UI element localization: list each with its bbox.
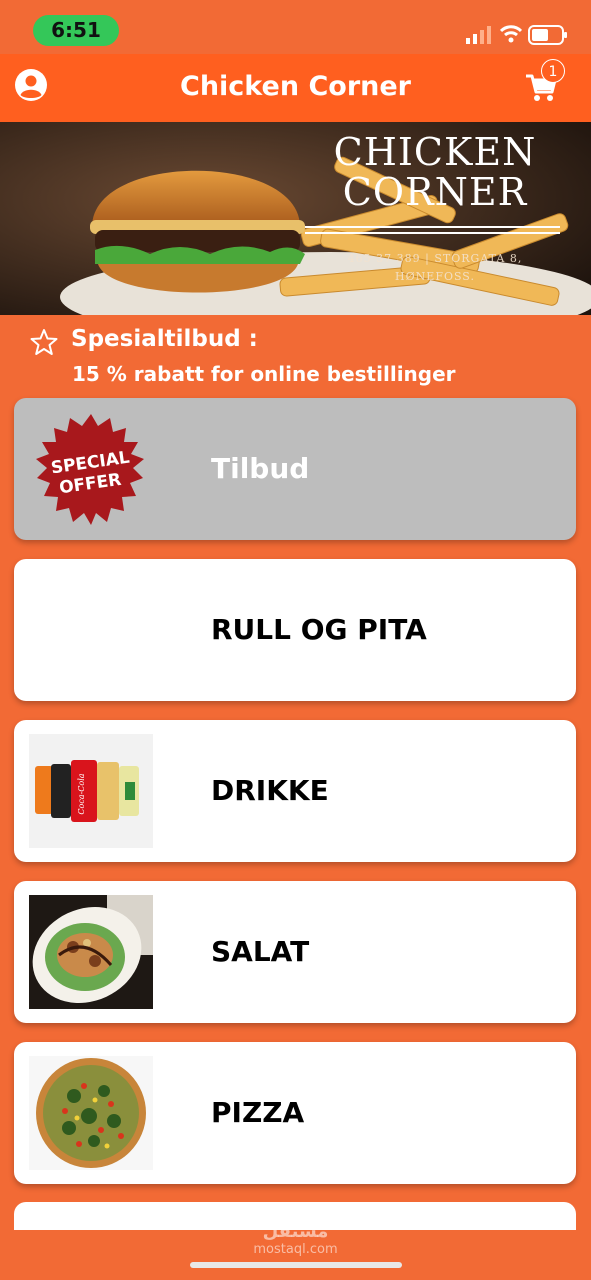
pizza-image — [29, 1056, 153, 1170]
category-label: PIZZA — [211, 1096, 305, 1129]
banner-divider — [305, 232, 560, 234]
watermark-latin: mostaql.com — [253, 1242, 338, 1257]
category-label: DRIKKE — [211, 774, 329, 807]
banner-divider — [305, 226, 560, 228]
app-header: Chicken Corner 1 — [0, 54, 591, 122]
star-icon — [30, 329, 58, 355]
special-offer-badge: SPECIAL OFFER — [36, 414, 144, 525]
banner-brand-line2: CORNER — [342, 170, 528, 214]
watermark-arabic: مستقل — [262, 1221, 329, 1242]
promo-text: 15 % rabatt for online bestillinger — [72, 362, 456, 386]
category-card-drikke[interactable]: Coca-Cola DRIKKE — [14, 720, 576, 862]
home-indicator[interactable] — [190, 1262, 402, 1268]
status-time: 6:51 — [33, 15, 119, 46]
category-card-salat[interactable]: SALAT — [14, 881, 576, 1023]
battery-icon — [528, 25, 567, 45]
category-label: Tilbud — [211, 452, 310, 485]
banner-address-line1: 465 37 389 | STORGATA 8, — [347, 252, 523, 265]
category-card-pizza[interactable]: PIZZA — [14, 1042, 576, 1184]
category-card-tilbud[interactable]: SPECIAL OFFER Tilbud — [14, 398, 576, 540]
promo-title: Spesialtilbud : — [71, 326, 258, 352]
category-label: SALAT — [211, 935, 310, 968]
salad-image — [29, 895, 153, 1009]
banner-brand-line1: CHICKEN — [333, 130, 537, 174]
category-card-rull-og-pita[interactable]: RULL OG PITA — [14, 559, 576, 701]
banner-address-line2: HØNEFOSS. — [395, 270, 475, 283]
drinks-image: Coca-Cola — [29, 734, 153, 848]
page-title: Chicken Corner — [180, 71, 411, 102]
wifi-icon — [500, 25, 522, 43]
can-label: Coca-Cola — [77, 773, 86, 814]
watermark: مستقل mostaql.com — [0, 1221, 591, 1258]
status-bar: 6:51 — [0, 0, 591, 54]
category-label: RULL OG PITA — [211, 613, 427, 646]
cart-count-badge: 1 — [541, 59, 565, 83]
hero-banner: CHICKEN CORNER 465 37 389 | STORGATA 8, … — [0, 122, 591, 315]
signal-icon — [466, 26, 491, 44]
